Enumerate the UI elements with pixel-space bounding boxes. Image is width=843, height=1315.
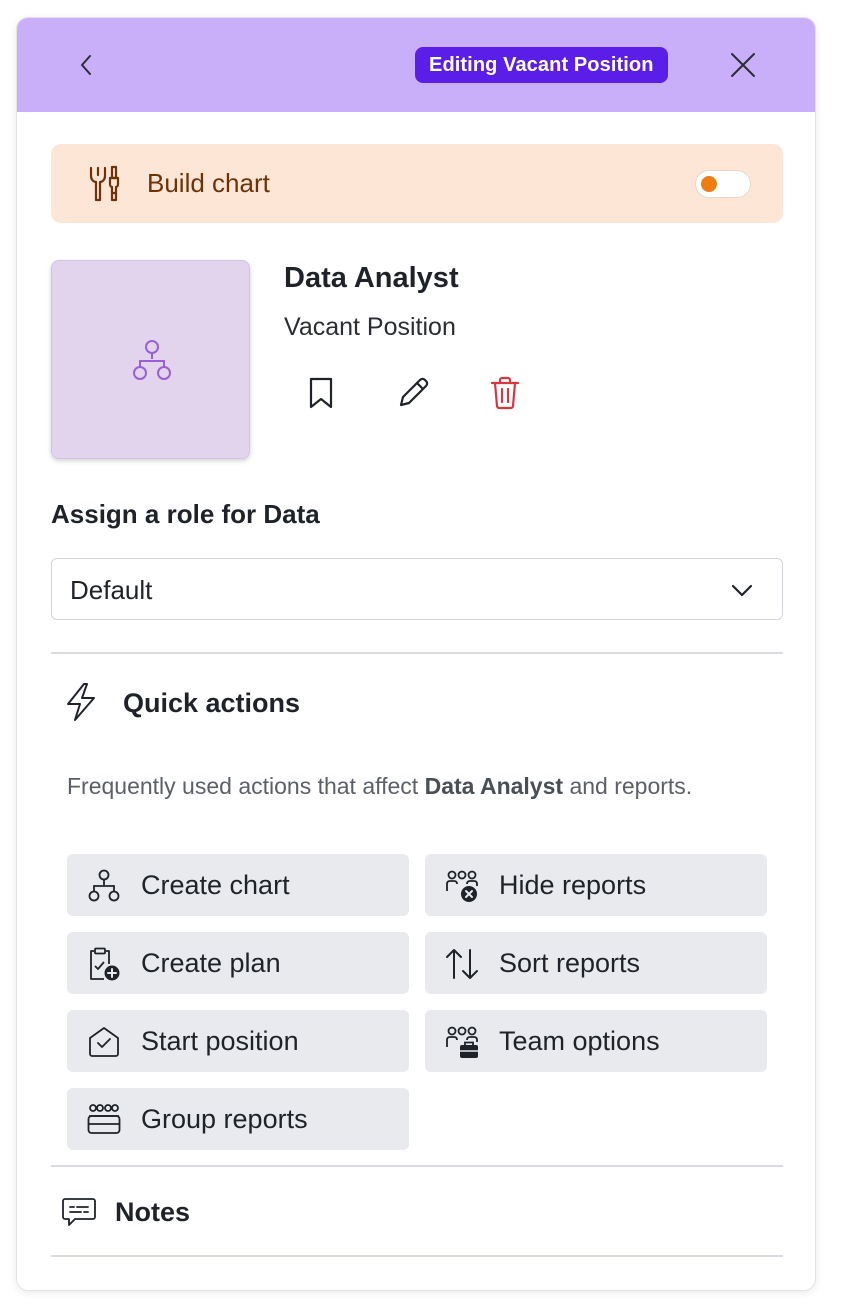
- editing-status-badge: Editing Vacant Position: [415, 47, 668, 83]
- org-chart-icon: [88, 869, 120, 902]
- divider: [51, 652, 783, 654]
- people-hide-icon: [446, 870, 478, 902]
- group-reports-label: Group reports: [141, 1104, 308, 1134]
- role-select[interactable]: Default: [51, 558, 783, 620]
- position-panel: Editing Vacant Position Build chart Data…: [16, 17, 816, 1291]
- people-briefcase-icon: [446, 1026, 478, 1058]
- divider: [51, 1165, 783, 1167]
- comment-icon: [62, 1198, 96, 1226]
- quick-actions-description: Frequently used actions that affect Data…: [67, 768, 727, 804]
- description-position-name: Data Analyst: [424, 773, 564, 799]
- build-chart-banner: Build chart: [51, 144, 783, 223]
- description-suffix: and reports.: [563, 773, 693, 799]
- people-group-icon: [87, 1104, 121, 1134]
- bookmark-button[interactable]: [301, 373, 341, 413]
- toggle-knob: [701, 176, 717, 192]
- delete-button[interactable]: [485, 373, 525, 413]
- role-selected-value: Default: [70, 575, 153, 605]
- create-plan-label: Create plan: [141, 948, 281, 978]
- bookmark-icon: [309, 377, 333, 409]
- position-avatar: [51, 260, 250, 459]
- create-chart-button[interactable]: Create chart: [67, 854, 409, 916]
- lightning-icon: [67, 683, 95, 721]
- build-chart-label: Build chart: [147, 168, 270, 198]
- pencil-icon: [399, 377, 429, 407]
- chevron-left-icon: [81, 55, 91, 75]
- group-reports-button[interactable]: Group reports: [67, 1088, 409, 1150]
- build-chart-toggle[interactable]: [695, 170, 751, 198]
- sort-arrows-icon: [446, 949, 478, 979]
- panel-header: Editing Vacant Position: [17, 18, 815, 112]
- notes-section-label[interactable]: Notes: [115, 1197, 190, 1228]
- position-subtitle: Vacant Position: [284, 313, 456, 341]
- description-prefix: Frequently used actions that affect: [67, 773, 425, 799]
- create-chart-label: Create chart: [141, 870, 290, 900]
- quick-actions-title: Quick actions: [123, 688, 301, 718]
- hide-reports-label: Hide reports: [499, 870, 647, 900]
- back-button[interactable]: [67, 45, 107, 85]
- clipboard-add-icon: [90, 947, 120, 981]
- chevron-down-icon: [731, 584, 753, 597]
- close-button[interactable]: [723, 45, 763, 85]
- divider: [51, 1255, 783, 1257]
- start-position-label: Start position: [141, 1026, 299, 1056]
- team-options-button[interactable]: Team options: [425, 1010, 767, 1072]
- trash-icon: [490, 376, 520, 410]
- org-chart-icon: [133, 340, 171, 380]
- hide-reports-button[interactable]: Hide reports: [425, 854, 767, 916]
- role-label: Assign a role for Data: [51, 499, 320, 529]
- create-plan-button[interactable]: Create plan: [67, 932, 409, 994]
- sort-reports-label: Sort reports: [499, 948, 641, 978]
- edit-button[interactable]: [393, 373, 433, 413]
- house-check-icon: [89, 1027, 119, 1057]
- close-icon: [731, 53, 755, 77]
- sort-reports-button[interactable]: Sort reports: [425, 932, 767, 994]
- position-title: Data Analyst: [284, 262, 459, 294]
- tools-icon: [89, 165, 120, 202]
- team-options-label: Team options: [499, 1026, 660, 1056]
- start-position-button[interactable]: Start position: [67, 1010, 409, 1072]
